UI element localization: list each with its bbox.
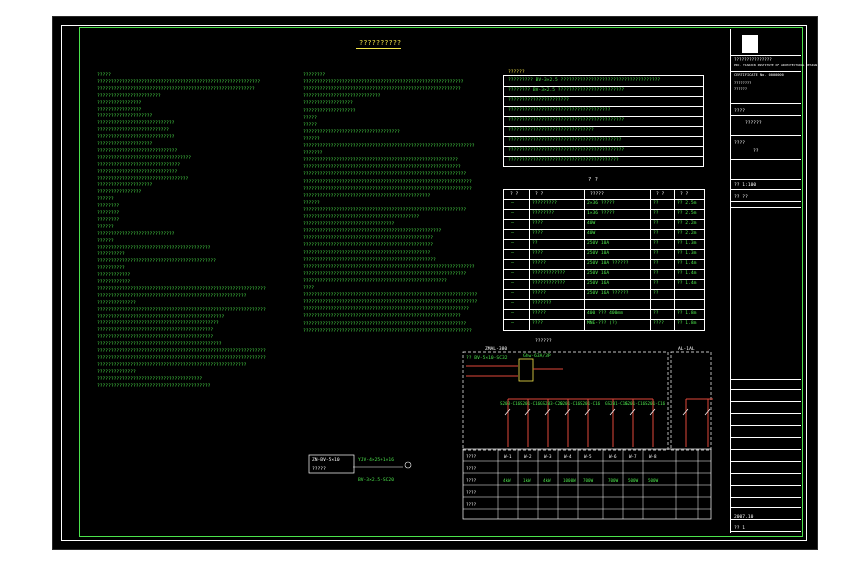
circuit-id: W-4 bbox=[564, 454, 572, 459]
title-block-rule bbox=[731, 437, 801, 438]
drawing-label: ???? bbox=[734, 141, 746, 146]
institute-logo bbox=[742, 35, 758, 53]
title-block-rule bbox=[731, 401, 801, 402]
org-name-en: PRC. TIANJIN INSTITUTE OF ARCHITECTURAL … bbox=[734, 63, 837, 67]
scale-label: ?? 1:100 bbox=[734, 183, 757, 188]
circuit-id: W-5 bbox=[584, 454, 592, 459]
circuit-power: 4kW bbox=[543, 478, 551, 483]
title-block-rule bbox=[731, 55, 801, 56]
feed-label-2: BV-3×2.5-SC20 bbox=[358, 478, 394, 483]
breaker-label: S201-C16 bbox=[520, 401, 541, 406]
title-block-rule bbox=[731, 159, 801, 160]
box-label-2: AL-1AL bbox=[678, 347, 695, 352]
circuit-power: 500W bbox=[628, 478, 639, 483]
title-block-rule bbox=[731, 103, 801, 104]
title-block: ??????????????? PRC. TIANJIN INSTITUTE O… bbox=[730, 29, 837, 533]
circuit-id: W-3 bbox=[544, 454, 552, 459]
title-block-rule bbox=[731, 189, 801, 190]
circuit-power: 700W bbox=[583, 478, 594, 483]
project-name: ?????? bbox=[745, 121, 762, 126]
main-cable-label: ?? BV-5×10-SC32 bbox=[466, 356, 508, 361]
certificate-no: CERTIFICATE No. 0000000 bbox=[734, 73, 784, 77]
title-block-rule bbox=[731, 135, 801, 136]
circuit-id: W-2 bbox=[524, 454, 532, 459]
title-block-rule bbox=[731, 449, 801, 450]
breaker-label: S201-C16 bbox=[580, 401, 601, 406]
title-block-rule bbox=[731, 201, 801, 202]
breaker-label: S201-C16 bbox=[625, 401, 646, 406]
diagram-title: ?????? bbox=[535, 339, 552, 344]
circuit-table bbox=[462, 448, 712, 520]
left-symbol-label-2: ????? bbox=[312, 467, 326, 472]
title-block-rule bbox=[731, 519, 801, 520]
drawing-sheet: ?????????? ?????????????????????????????… bbox=[52, 16, 837, 550]
title-block-rule bbox=[731, 507, 801, 508]
title-block-rule bbox=[731, 115, 801, 116]
circuit-row-label: ???? bbox=[466, 454, 477, 459]
feed-label: YJV-4×25+1×16 bbox=[358, 458, 394, 463]
circuit-power: 4kW bbox=[503, 478, 511, 483]
title-block-rule bbox=[731, 531, 801, 532]
project-label: ???? bbox=[734, 109, 746, 114]
title-block-rule bbox=[731, 497, 801, 498]
title-block-rule bbox=[731, 473, 801, 474]
distribution-diagram: S203-C16 S201-C16 GS203-C20S201-C16 S201-C1… bbox=[308, 351, 713, 520]
sheet-no-label: ?? ?? bbox=[734, 195, 748, 200]
circuit-power: 700W bbox=[608, 478, 619, 483]
title-block-rule bbox=[731, 379, 801, 380]
circuit-id: W-8 bbox=[649, 454, 657, 459]
org-name: ??????????????? bbox=[734, 57, 772, 62]
circuit-id: W-6 bbox=[609, 454, 617, 459]
meter-box bbox=[518, 358, 534, 382]
circuit-id: W-1 bbox=[504, 454, 512, 459]
breaker-label: S201-C16 bbox=[560, 401, 581, 406]
breaker-label: S203-C16 bbox=[500, 401, 521, 406]
title-block-rule bbox=[731, 207, 801, 208]
title-block-rule bbox=[731, 71, 801, 72]
feed-terminal-icon bbox=[404, 461, 412, 469]
circuit-power: 500W bbox=[648, 478, 659, 483]
circuit-row-label: ???? bbox=[466, 466, 477, 471]
circuit-row-label: ???? bbox=[466, 478, 477, 483]
circuit-power: 1kW bbox=[523, 478, 531, 483]
circuit-id: W-7 bbox=[629, 454, 637, 459]
title-block-rule bbox=[731, 425, 801, 426]
breaker-label: S201-C16 bbox=[645, 401, 666, 406]
circuit-row-label: ???? bbox=[466, 502, 477, 507]
box-label: ZMAL-380 bbox=[485, 347, 508, 352]
main-switch-label: Ghw-63A/3P bbox=[523, 354, 551, 359]
title-block-rule bbox=[731, 461, 801, 462]
title-line-1: ???????? bbox=[734, 81, 752, 85]
panel-enclosure-2 bbox=[670, 351, 712, 451]
drawing-name: ?? bbox=[753, 149, 759, 154]
title-block-rule bbox=[731, 413, 801, 414]
title-line-2: ?????? bbox=[734, 87, 747, 91]
title-block-rule bbox=[731, 179, 801, 180]
title-block-rule bbox=[731, 389, 801, 390]
circuit-power: 1000W bbox=[563, 478, 576, 483]
title-block-rule bbox=[731, 485, 801, 486]
left-symbol-label: ZN-BV-5×10 bbox=[312, 458, 340, 463]
circuit-row-label: ???? bbox=[466, 490, 477, 495]
